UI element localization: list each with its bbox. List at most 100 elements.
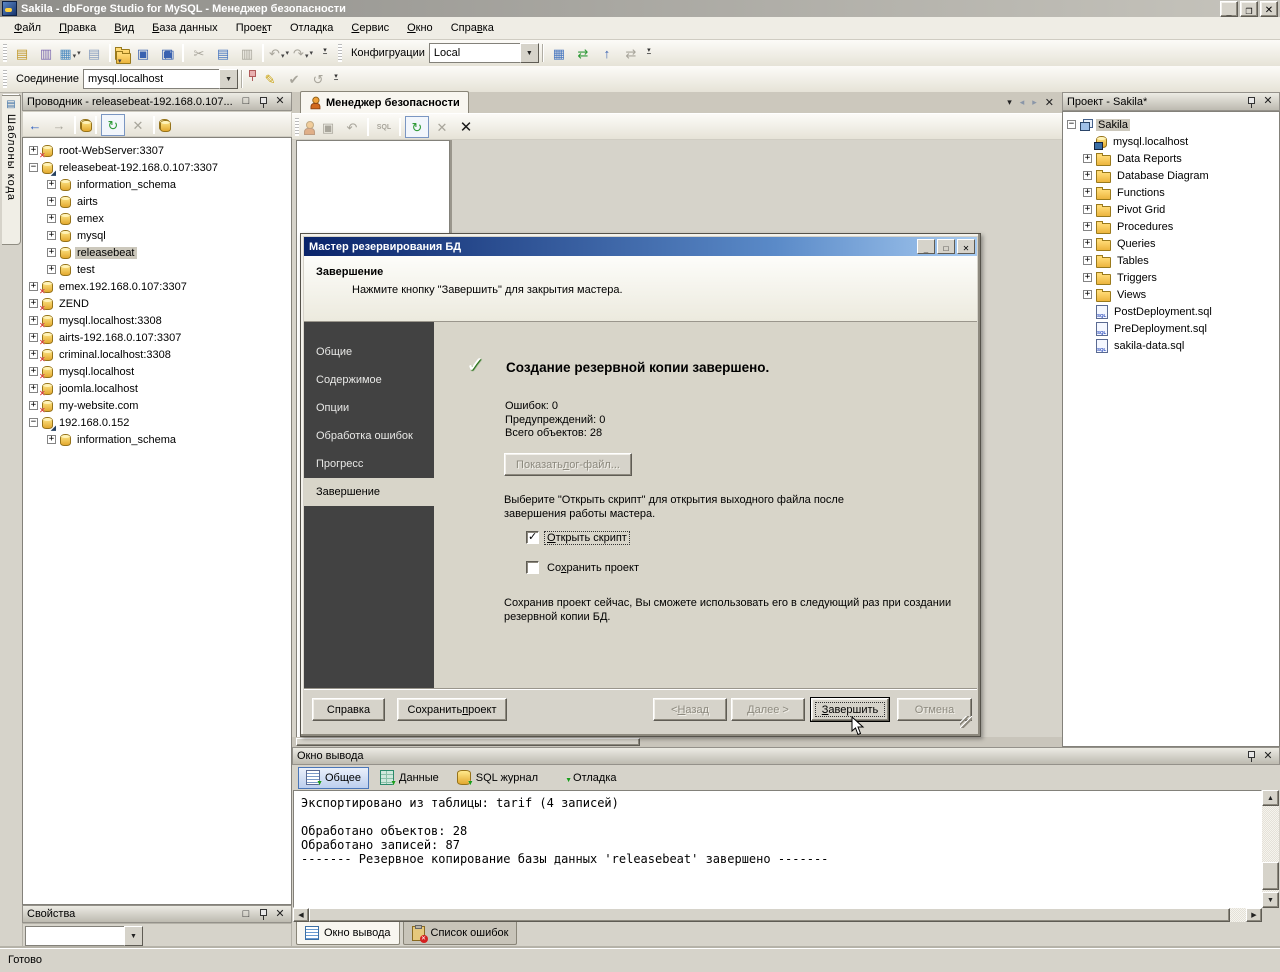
expand-toggle-icon[interactable]: + xyxy=(29,350,38,359)
expand-toggle-icon[interactable]: + xyxy=(47,214,56,223)
sql-icon[interactable]: SQL xyxy=(373,117,395,137)
show-databases-icon[interactable] xyxy=(159,119,171,132)
tree-item[interactable]: + releasebeat xyxy=(23,244,291,261)
menu-item[interactable]: Файл xyxy=(6,19,49,37)
dock-tab-error-list[interactable]: Список ошибок xyxy=(402,922,518,945)
output-tab-sql-log[interactable]: SQL журнал xyxy=(450,768,545,788)
expand-toggle-icon[interactable]: + xyxy=(29,384,38,393)
toolbar-grip[interactable] xyxy=(338,44,342,62)
toolbar-overflow-icon[interactable]: ▾ ▔ xyxy=(330,69,342,89)
restore-button[interactable]: ❐ xyxy=(1240,0,1258,17)
tree-item[interactable]: mysql.localhost xyxy=(1063,133,1279,150)
cut-icon[interactable]: ✂ xyxy=(188,43,210,63)
upload-schema-icon[interactable]: ↑ xyxy=(596,43,618,63)
expand-toggle-icon[interactable]: + xyxy=(1083,239,1092,248)
expand-toggle-icon[interactable]: + xyxy=(1083,222,1092,231)
close-manager-icon[interactable]: ✕ xyxy=(455,117,477,137)
save-icon[interactable]: ▣ xyxy=(317,117,339,137)
new-connection-icon[interactable] xyxy=(80,119,92,132)
tree-item[interactable]: + Queries xyxy=(1063,235,1279,252)
output-horizontal-scrollbar[interactable]: ◀ ▶ xyxy=(293,908,1262,922)
undo-icon[interactable]: ↶ xyxy=(268,43,290,63)
save-project-button[interactable]: Сохранить п роект xyxy=(397,698,507,721)
expand-toggle-icon[interactable]: + xyxy=(29,401,38,410)
tree-item[interactable]: + emex xyxy=(23,210,291,227)
expand-toggle-icon[interactable] xyxy=(1083,324,1092,333)
chevron-down-icon[interactable]: ▼ xyxy=(519,43,539,63)
output-console[interactable]: Экспортировано из таблицы: tarif (4 запи… xyxy=(293,790,1262,908)
tree-item[interactable]: + Functions xyxy=(1063,184,1279,201)
expand-toggle-icon[interactable]: + xyxy=(1083,290,1092,299)
close-document-icon[interactable]: ✕ xyxy=(1045,96,1054,109)
data-grid-icon[interactable]: ▦ xyxy=(548,43,570,63)
close-icon[interactable]: ✕ xyxy=(1261,95,1275,108)
close-icon[interactable]: ✕ xyxy=(273,95,287,108)
pin-icon[interactable] xyxy=(256,95,270,108)
expand-toggle-icon[interactable]: + xyxy=(1083,256,1092,265)
wizard-step[interactable]: Прогресс xyxy=(304,450,434,478)
tree-item[interactable]: PreDeployment.sql xyxy=(1063,320,1279,337)
forward-icon[interactable]: → xyxy=(48,115,70,135)
help-button[interactable]: Справка xyxy=(312,698,385,721)
tree-item[interactable]: sakila-data.sql xyxy=(1063,337,1279,354)
menu-item[interactable]: Сервис xyxy=(343,19,397,37)
expand-toggle-icon[interactable]: + xyxy=(29,367,38,376)
scroll-down-icon[interactable]: ▼ xyxy=(1262,892,1279,908)
document-horizontal-scrollbar[interactable] xyxy=(292,737,1062,747)
expand-toggle-icon[interactable]: + xyxy=(47,248,56,257)
menu-item[interactable]: Справка xyxy=(443,19,502,37)
save-all-icon[interactable]: ▣ xyxy=(156,43,178,63)
minimize-button[interactable]: _ xyxy=(917,239,935,254)
expand-toggle-icon[interactable]: + xyxy=(29,333,38,342)
configuration-select[interactable]: Local ▼ xyxy=(428,43,539,63)
expand-toggle-icon[interactable]: + xyxy=(47,180,56,189)
toolbar-grip[interactable] xyxy=(3,44,7,62)
dock-tab-output[interactable]: Окно вывода xyxy=(296,922,400,945)
tree-item[interactable]: + mysql xyxy=(23,227,291,244)
menu-item[interactable]: Вид xyxy=(106,19,142,37)
paste-icon[interactable]: ▥ xyxy=(236,43,258,63)
expand-toggle-icon[interactable]: + xyxy=(1083,154,1092,163)
expand-toggle-icon[interactable]: + xyxy=(47,231,56,240)
close-icon[interactable]: ✕ xyxy=(273,908,287,921)
tree-item[interactable]: + information_schema xyxy=(23,176,291,193)
expand-toggle-icon[interactable]: + xyxy=(47,435,56,444)
wizard-step[interactable]: Обработка ошибок xyxy=(304,422,434,450)
expand-toggle-icon[interactable]: + xyxy=(29,146,38,155)
menu-item[interactable]: База данных xyxy=(144,19,226,37)
tree-item[interactable]: + test xyxy=(23,261,291,278)
tree-item[interactable]: PostDeployment.sql xyxy=(1063,303,1279,320)
expand-toggle-icon[interactable]: + xyxy=(1083,188,1092,197)
wizard-step[interactable]: Содержимое xyxy=(304,366,434,394)
refresh-icon[interactable]: ↻ xyxy=(101,114,125,136)
menu-item[interactable]: Отладка xyxy=(282,19,341,37)
tree-item[interactable]: + Tables xyxy=(1063,252,1279,269)
expand-toggle-icon[interactable]: + xyxy=(47,265,56,274)
sync-disabled-icon[interactable]: ⇄ xyxy=(620,43,642,63)
float-window-icon[interactable]: □ xyxy=(239,908,253,921)
menu-item[interactable]: Правка xyxy=(51,19,104,37)
new-sql-icon[interactable]: ▤ xyxy=(11,43,33,63)
tree-item[interactable]: + joomla.localhost xyxy=(23,380,291,398)
tree-item[interactable]: + Database Diagram xyxy=(1063,167,1279,184)
maximize-button[interactable]: □ xyxy=(937,239,955,254)
checkbox-unchecked-icon[interactable] xyxy=(526,561,539,574)
checkbox-checked-icon[interactable] xyxy=(526,530,539,544)
expand-toggle-icon[interactable]: + xyxy=(29,282,38,291)
expand-toggle-icon[interactable]: + xyxy=(1083,273,1092,282)
reconnect-icon[interactable]: ↺ xyxy=(307,69,329,89)
tree-item[interactable]: + Procedures xyxy=(1063,218,1279,235)
wizard-step[interactable]: Опции xyxy=(304,394,434,422)
connection-select[interactable]: mysql.localhost ▼ xyxy=(83,69,239,89)
expand-toggle-icon[interactable]: + xyxy=(1083,205,1092,214)
tab-security-manager[interactable]: Менеджер безопасности xyxy=(300,91,469,113)
tab-list-icon[interactable]: ▾ xyxy=(1007,97,1012,108)
edit-connection-icon[interactable]: ✎ xyxy=(259,69,281,89)
wizard-step[interactable]: Общие xyxy=(304,338,434,366)
properties-object-select[interactable]: ▼ xyxy=(25,926,143,946)
wizard-step[interactable]: Завершение xyxy=(304,478,434,506)
schema-sync-icon[interactable]: ⇄ xyxy=(572,43,594,63)
scroll-up-icon[interactable]: ▲ xyxy=(1262,790,1279,806)
expand-toggle-icon[interactable]: + xyxy=(1083,171,1092,180)
delete-icon[interactable]: ✕ xyxy=(127,115,149,135)
